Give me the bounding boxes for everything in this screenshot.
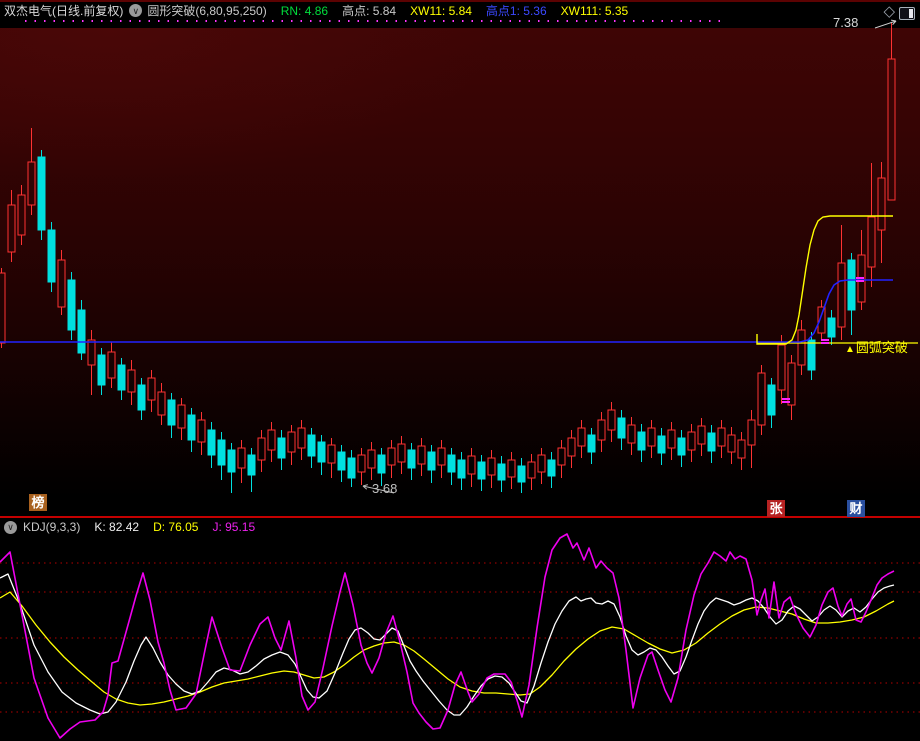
indicator-value-high1: 高点1: 5.36 [485, 4, 547, 18]
triangle-up-icon: ▲ [845, 344, 855, 355]
tag-zhang[interactable]: 张 [767, 500, 785, 517]
breakout-text: 圆弧突破 [855, 340, 908, 355]
stock-title: 双杰电气(日线.前复权) [4, 4, 124, 18]
indicator-value-xw11: XW11: 5.84 [410, 4, 472, 18]
chevron-down-icon[interactable]: ∨ [4, 520, 17, 534]
tag-bang[interactable]: 榜 [29, 494, 47, 511]
header-bar: 双杰电气(日线.前复权) ∨ 圆形突破(6,80,95,250) RN: 4.8… [0, 2, 920, 28]
indicator-value-xw111: XW111: 5.35 [560, 4, 629, 18]
low-price-label: 3.68 [372, 481, 398, 496]
window-icon-stripe [909, 9, 913, 18]
indicator-name[interactable]: 圆形突破(6,80,95,250) [147, 4, 266, 18]
chevron-down-icon[interactable]: ∨ [129, 4, 143, 17]
high-price-label: 7.38 [833, 15, 859, 30]
kdj-j-value: J: 95.15 [212, 520, 256, 534]
kdj-indicator-name[interactable]: KDJ(9,3,3) [23, 520, 80, 534]
kdj-k-value: K: 82.42 [94, 520, 140, 534]
tag-cai[interactable]: 财 [847, 500, 865, 517]
kdj-d-value: D: 76.05 [153, 520, 199, 534]
diamond-icon[interactable]: ◇ [883, 4, 895, 19]
main-chart-area[interactable] [0, 28, 920, 517]
window-icon[interactable] [899, 7, 915, 20]
kdj-header: ∨ KDJ(9,3,3) K: 82.42 D: 76.05 J: 95.15 [0, 519, 920, 535]
breakout-label: ▲圆弧突破 [845, 337, 908, 356]
indicator-value-rn: RN: 4.86 [280, 4, 329, 18]
indicator-value-high: 高点: 5.84 [342, 4, 397, 18]
app-window: 双杰电气(日线.前复权) ∨ 圆形突破(6,80,95,250) RN: 4.8… [0, 0, 920, 741]
